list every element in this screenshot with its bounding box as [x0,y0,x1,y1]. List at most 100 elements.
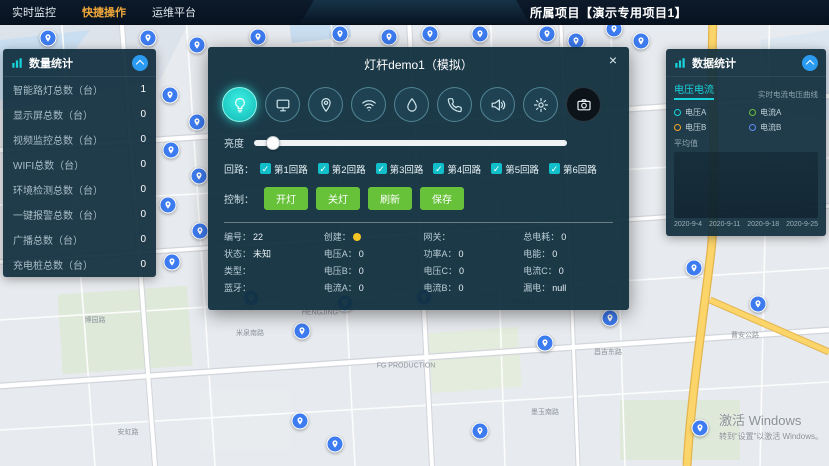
loop-checkbox[interactable]: ✓第5回路 [491,162,539,176]
camera-icon[interactable] [566,87,601,122]
info-value: null [552,283,566,293]
map-marker[interactable] [189,37,206,54]
info-cell: 电流C：0 [523,264,613,277]
map-marker[interactable] [327,436,344,453]
map-marker[interactable] [381,29,398,46]
map-marker[interactable] [422,26,439,43]
map-marker[interactable] [472,26,489,43]
map-marker[interactable] [191,168,208,185]
bulb-icon[interactable] [222,87,257,122]
legend-item[interactable]: 电流A [749,107,818,118]
map-marker[interactable] [163,142,180,159]
loop-row: 回路： ✓第1回路✓第2回路✓第3回路✓第4回路✓第5回路✓第6回路 [208,152,629,178]
info-value: 0 [459,283,464,293]
stat-label: 环境检测总数（台） [13,182,103,197]
control-row: 控制： 开灯关灯刷新保存 [208,178,629,214]
screen-icon[interactable] [265,87,300,122]
map-marker[interactable] [250,29,267,46]
nav-item-ops-platform[interactable]: 运维平台 [152,4,196,20]
map-marker[interactable] [633,33,650,50]
control-button[interactable]: 关灯 [316,187,360,210]
legend-item[interactable]: 电流B [749,122,818,133]
map-marker[interactable] [539,26,556,43]
collapse-data-button[interactable] [802,55,818,71]
info-value: 未知 [253,247,271,260]
status-dot [353,233,361,241]
location-icon[interactable] [308,87,343,122]
map-marker[interactable] [692,420,709,437]
map-road-label: FG PRODUCTION [377,363,436,370]
map-marker[interactable] [192,223,209,240]
nav-item-realtime-monitor[interactable]: 实时监控 [12,4,56,20]
info-column: 创建：电压A：0电压B：0电流A：0 [324,230,414,294]
tab-voltage-current[interactable]: 电压电流 [674,81,714,100]
watermark-line1: 激活 Windows [719,410,823,429]
stat-value: 0 [140,209,146,220]
main-nav: 实时监控 快捷操作 运维平台 [0,4,196,20]
info-cell: 状态：未知 [224,247,314,260]
info-key: 编号： [224,230,251,243]
loop-label-text: 第4回路 [447,162,481,176]
chart-area [674,152,818,218]
stat-label: 广播总数（台） [13,232,83,247]
control-button[interactable]: 刷新 [368,187,412,210]
collapse-stats-button[interactable] [132,55,148,71]
loop-label-text: 第1回路 [274,162,308,176]
map-marker[interactable] [160,197,177,214]
phone-icon[interactable] [437,87,472,122]
checkbox-icon: ✓ [433,163,444,174]
info-key: 电流C： [523,264,557,277]
stat-label: 显示屏总数（台） [13,107,93,122]
map-marker[interactable] [686,260,703,277]
stat-label: WIFI总数（台） [13,157,84,172]
map-marker[interactable] [750,296,767,313]
broadcast-icon[interactable] [480,87,515,122]
info-value: 0 [359,249,364,259]
info-key: 电能： [523,247,550,260]
legend-item[interactable]: 电压B [674,122,743,133]
map-marker[interactable] [537,335,554,352]
map-marker[interactable] [292,413,309,430]
brightness-row: 亮度 [208,128,629,152]
loop-checkbox[interactable]: ✓第1回路 [260,162,308,176]
map-marker[interactable] [294,323,311,340]
bar-chart-icon [11,57,23,69]
loop-checkbox[interactable]: ✓第3回路 [376,162,424,176]
map-marker[interactable] [472,423,489,440]
map-marker[interactable] [602,310,619,327]
close-icon[interactable]: × [609,53,617,67]
loop-checkbox[interactable]: ✓第4回路 [433,162,481,176]
map-marker[interactable] [332,26,349,43]
control-button[interactable]: 保存 [420,187,464,210]
map-marker[interactable] [189,114,206,131]
info-cell: 电能：0 [523,247,613,260]
info-value: 0 [561,232,566,242]
loop-label: 回路： [224,161,254,176]
control-button[interactable]: 开灯 [264,187,308,210]
map-marker[interactable] [40,30,57,47]
legend-item[interactable]: 电压A [674,107,743,118]
wifi-icon[interactable] [351,87,386,122]
slider-handle[interactable] [266,136,280,150]
water-drop-icon[interactable] [394,87,429,122]
stats-panel-title: 数量统计 [29,55,126,71]
nav-item-quick-operations[interactable]: 快捷操作 [82,4,126,20]
gear-icon[interactable] [523,87,558,122]
data-panel-title: 数据统计 [692,55,796,71]
map-marker[interactable] [162,87,179,104]
legend-label: 电压A [685,107,706,118]
info-column: 网关：功率A：0电压C：0电流B：0 [424,230,514,294]
map-marker[interactable] [164,254,181,271]
brightness-slider[interactable] [254,140,567,146]
info-key: 蓝牙： [224,281,251,294]
modal-title: 灯杆demo1（模拟） [364,58,473,72]
loop-checkbox[interactable]: ✓第2回路 [318,162,366,176]
stat-value: 0 [140,159,146,170]
info-cell: 电压C：0 [424,264,514,277]
map-marker[interactable] [140,30,157,47]
info-value: 0 [459,249,464,259]
loop-checkbox[interactable]: ✓第6回路 [549,162,597,176]
stat-row: 一键报警总数（台）0 [3,202,156,227]
chart-legend: 电压A 电流A 电压B 电流B [674,107,818,133]
info-cell: 漏电：null [523,281,613,294]
